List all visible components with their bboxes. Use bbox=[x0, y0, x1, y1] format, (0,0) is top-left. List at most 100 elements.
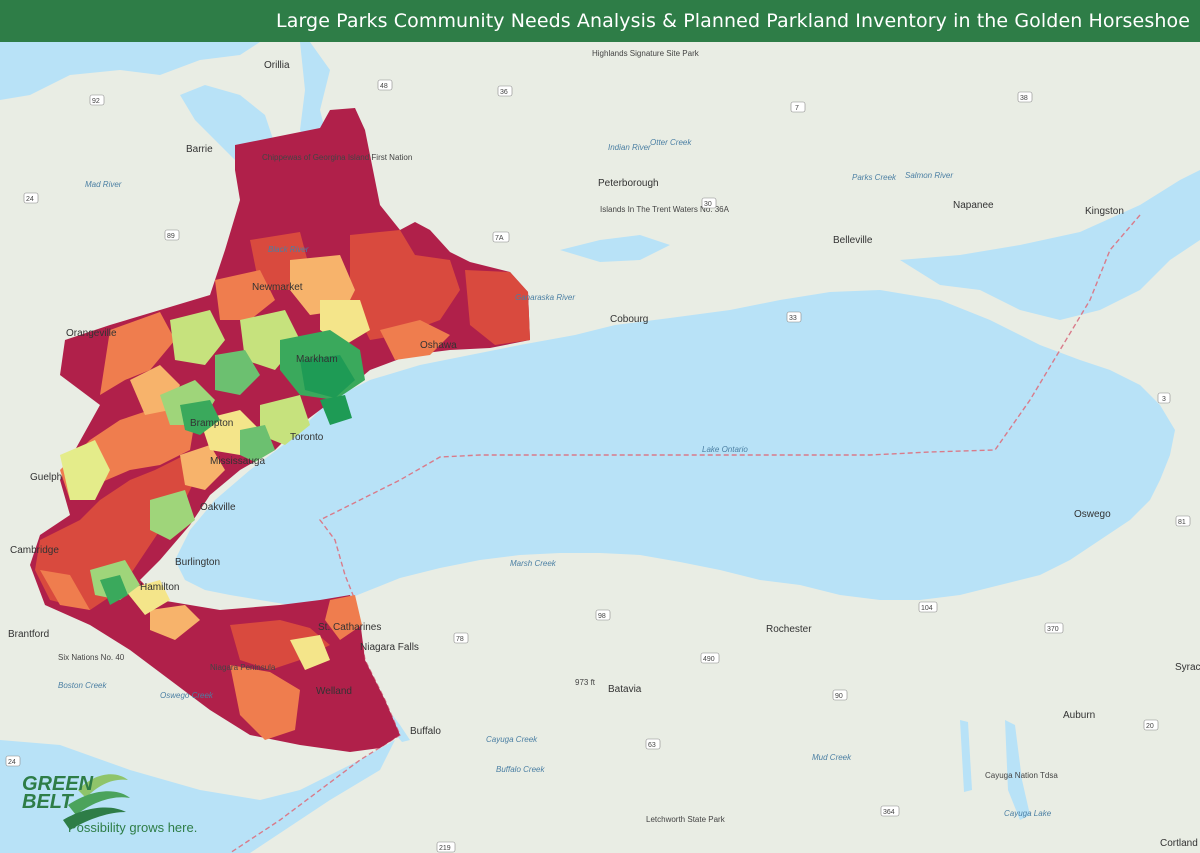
label-lake-ontario: Lake Ontario bbox=[702, 445, 748, 454]
svg-text:63: 63 bbox=[648, 742, 656, 749]
svg-text:89: 89 bbox=[167, 233, 175, 240]
label-cortland: Cortland bbox=[1160, 838, 1198, 849]
highway-shield: 490 bbox=[700, 652, 720, 664]
label-newmarket: Newmarket bbox=[252, 282, 303, 293]
svg-text:364: 364 bbox=[883, 809, 895, 816]
label-black-river: Black River bbox=[268, 245, 309, 254]
label-mud-creek: Mud Creek bbox=[812, 753, 852, 762]
label-syracuse: Syracuse bbox=[1175, 662, 1200, 673]
label-burlington: Burlington bbox=[175, 557, 220, 568]
label-toronto: Toronto bbox=[290, 432, 324, 443]
highway-shield: 98 bbox=[595, 609, 611, 621]
label-marsh-creek: Marsh Creek bbox=[510, 559, 557, 568]
svg-text:7: 7 bbox=[795, 105, 799, 112]
svg-text:24: 24 bbox=[8, 759, 16, 766]
label-st-catharines: St. Catharines bbox=[318, 622, 381, 633]
label-brampton: Brampton bbox=[190, 418, 233, 429]
highway-shield: 38 bbox=[1017, 91, 1033, 103]
page-title: Large Parks Community Needs Analysis & P… bbox=[276, 10, 1190, 32]
label-indian-river: Indian River bbox=[608, 143, 651, 152]
svg-text:7A: 7A bbox=[495, 235, 504, 242]
label-cayuga-lake: Cayuga Lake bbox=[1004, 809, 1052, 818]
highway-shield: 219 bbox=[436, 841, 456, 853]
label-oakville: Oakville bbox=[200, 502, 236, 513]
label-belleville: Belleville bbox=[833, 235, 873, 246]
label-letchworth: Letchworth State Park bbox=[646, 815, 726, 824]
label-hamilton: Hamilton bbox=[140, 582, 179, 593]
label-mad-river: Mad River bbox=[85, 180, 122, 189]
svg-text:490: 490 bbox=[703, 656, 715, 663]
label-oswego-creek: Oswego Creek bbox=[160, 691, 214, 700]
highway-shield: 78 bbox=[453, 632, 469, 644]
label-cayuga-creek: Cayuga Creek bbox=[486, 735, 538, 744]
logo-text-bottom: BELT bbox=[22, 791, 75, 813]
label-six-nations: Six Nations No. 40 bbox=[58, 653, 125, 662]
highway-shield: 7A bbox=[492, 231, 510, 243]
label-ganaraska-river: Ganaraska River bbox=[515, 293, 575, 302]
label-peterborough: Peterborough bbox=[598, 178, 659, 189]
svg-text:24: 24 bbox=[26, 196, 34, 203]
svg-text:104: 104 bbox=[921, 605, 933, 612]
label-buffalo-creek: Buffalo Creek bbox=[496, 765, 545, 774]
label-georgina-island: Chippewas of Georgina Island First Natio… bbox=[262, 153, 412, 162]
highway-shield: 92 bbox=[89, 94, 105, 106]
svg-text:78: 78 bbox=[456, 636, 464, 643]
label-cobourg: Cobourg bbox=[610, 314, 648, 325]
highway-shield: 63 bbox=[645, 738, 661, 750]
label-napanee: Napanee bbox=[953, 200, 994, 211]
label-guelph: Guelph bbox=[30, 472, 62, 483]
label-brantford: Brantford bbox=[8, 629, 49, 640]
highway-shield: 104 bbox=[918, 601, 938, 613]
map-frame: Large Parks Community Needs Analysis & P… bbox=[0, 0, 1200, 853]
label-salmon-river: Salmon River bbox=[905, 171, 953, 180]
highway-shield: 81 bbox=[1175, 515, 1191, 527]
label-oswego: Oswego bbox=[1074, 509, 1111, 520]
label-cambridge: Cambridge bbox=[10, 545, 59, 556]
highway-shield: 30 bbox=[701, 197, 717, 209]
highway-shield: 364 bbox=[880, 805, 900, 817]
svg-text:90: 90 bbox=[835, 693, 843, 700]
label-barrie: Barrie bbox=[186, 144, 213, 155]
highway-shield: 24 bbox=[23, 192, 39, 204]
svg-text:36: 36 bbox=[500, 89, 508, 96]
highway-shield: 20 bbox=[1143, 719, 1159, 731]
label-orangeville: Orangeville bbox=[66, 328, 117, 339]
label-otter-creek: Otter Creek bbox=[650, 138, 692, 147]
title-bar: Large Parks Community Needs Analysis & P… bbox=[0, 0, 1200, 42]
label-oshawa: Oshawa bbox=[420, 340, 457, 351]
svg-text:92: 92 bbox=[92, 98, 100, 105]
label-markham: Markham bbox=[296, 354, 338, 365]
label-parks-creek: Parks Creek bbox=[852, 173, 897, 182]
svg-text:98: 98 bbox=[598, 613, 606, 620]
label-batavia: Batavia bbox=[608, 684, 642, 695]
svg-text:30: 30 bbox=[704, 201, 712, 208]
highway-shield: 370 bbox=[1044, 622, 1064, 634]
label-niagara-peninsula: Niagara Peninsula bbox=[210, 663, 276, 672]
svg-text:20: 20 bbox=[1146, 723, 1154, 730]
svg-text:33: 33 bbox=[789, 315, 797, 322]
label-boston-creek: Boston Creek bbox=[58, 681, 107, 690]
highway-shield: 90 bbox=[832, 689, 848, 701]
highway-shield: 48 bbox=[377, 79, 393, 91]
svg-text:219: 219 bbox=[439, 845, 451, 852]
highway-shield: 36 bbox=[497, 85, 513, 97]
label-niagara-falls: Niagara Falls bbox=[360, 642, 419, 653]
highway-shield: 7 bbox=[790, 101, 806, 113]
elevation-label: 973 ft bbox=[575, 678, 596, 687]
svg-text:3: 3 bbox=[1162, 396, 1166, 403]
label-buffalo: Buffalo bbox=[410, 726, 441, 737]
svg-text:81: 81 bbox=[1178, 519, 1186, 526]
svg-text:48: 48 bbox=[380, 83, 388, 90]
highway-shield: 33 bbox=[786, 311, 802, 323]
label-kingston: Kingston bbox=[1085, 206, 1124, 217]
label-welland: Welland bbox=[316, 686, 352, 697]
svg-text:370: 370 bbox=[1047, 626, 1059, 633]
label-rochester: Rochester bbox=[766, 624, 812, 635]
label-highlands-park: Highlands Signature Site Park bbox=[592, 49, 700, 58]
label-mississauga: Mississauga bbox=[210, 456, 265, 467]
label-cayuga-nation: Cayuga Nation Tdsa bbox=[985, 771, 1058, 780]
label-auburn: Auburn bbox=[1063, 710, 1095, 721]
map-canvas[interactable]: Orillia Barrie Peterborough Islands In T… bbox=[0, 42, 1200, 853]
highway-shield: 3 bbox=[1157, 392, 1171, 404]
highway-shield: 89 bbox=[164, 229, 180, 241]
